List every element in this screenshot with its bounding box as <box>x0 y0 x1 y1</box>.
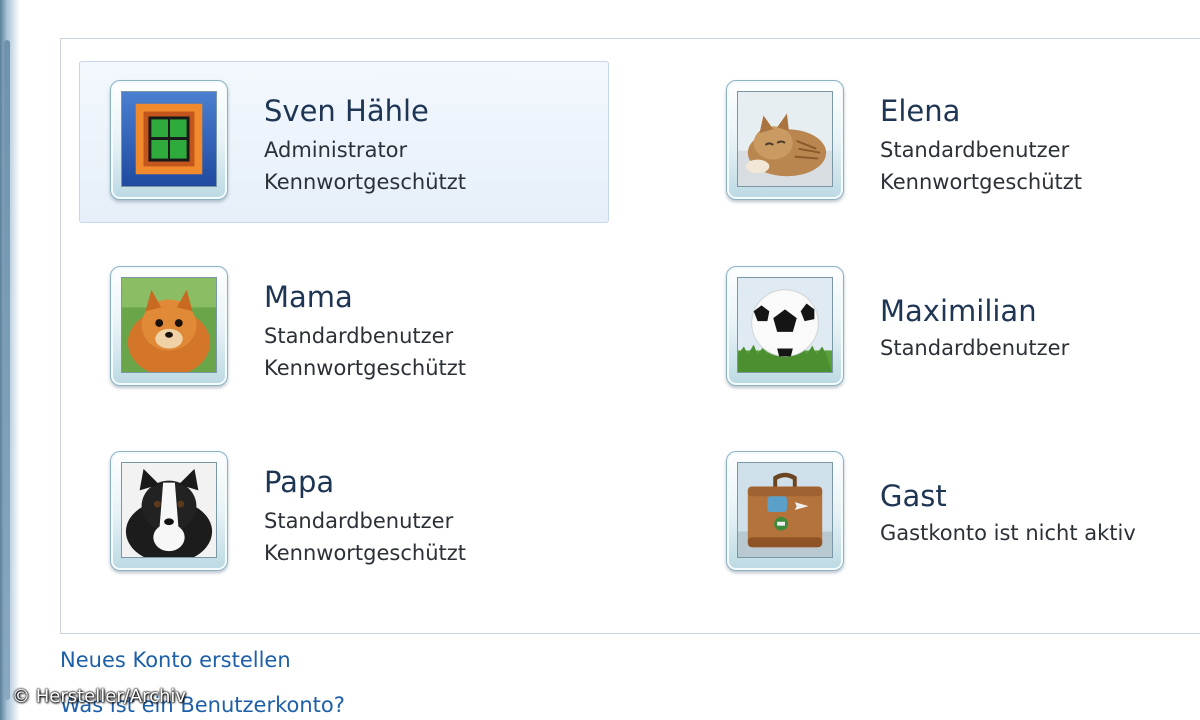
create-account-link[interactable]: Neues Konto erstellen <box>60 648 291 672</box>
account-status: Kennwortgeschützt <box>264 356 467 380</box>
account-type: Administrator <box>264 138 408 162</box>
border-collie-icon <box>121 462 217 558</box>
account-type: Gastkonto ist nicht aktiv <box>880 521 1136 545</box>
account-name: Elena <box>880 94 961 128</box>
avatar-frame <box>110 451 228 571</box>
account-type: Standardbenutzer <box>880 336 1070 360</box>
avatar-frame <box>726 451 844 571</box>
avatar-frame <box>726 80 844 200</box>
account-name: Papa <box>264 465 335 499</box>
account-name: Mama <box>264 280 353 314</box>
account-list-panel: Sven Hähle Administrator Kennwortgeschüt… <box>60 38 1200 634</box>
account-tile-maximilian[interactable]: Maximilian Standardbenutzer <box>695 247 1200 409</box>
account-tile-papa[interactable]: Papa Standardbenutzer Kennwortgeschützt <box>79 432 609 594</box>
window-left-edge <box>0 0 20 720</box>
account-type: Standardbenutzer <box>264 509 454 533</box>
windows-logo-icon <box>121 91 217 187</box>
account-tile-gast[interactable]: Gast Gastkonto ist nicht aktiv <box>695 432 1200 594</box>
kitten-icon <box>737 91 833 187</box>
account-status: Kennwortgeschützt <box>264 170 467 194</box>
avatar-frame <box>110 266 228 386</box>
avatar-frame <box>726 266 844 386</box>
avatar-frame <box>110 80 228 200</box>
suitcase-icon <box>737 462 833 558</box>
account-name: Gast <box>880 479 947 513</box>
account-tile-mama[interactable]: Mama Standardbenutzer Kennwortgeschützt <box>79 247 609 409</box>
account-status: Kennwortgeschützt <box>264 541 467 565</box>
soccer-ball-icon <box>737 277 833 373</box>
account-tile-sven[interactable]: Sven Hähle Administrator Kennwortgeschüt… <box>79 61 609 223</box>
account-status: Kennwortgeschützt <box>880 170 1083 194</box>
account-type: Standardbenutzer <box>264 324 454 348</box>
page-heading-fragment <box>60 0 540 6</box>
image-credit-watermark: © Hersteller/Archiv <box>12 686 187 707</box>
account-name: Sven Hähle <box>264 94 429 128</box>
pomeranian-dog-icon <box>121 277 217 373</box>
account-tile-elena[interactable]: Elena Standardbenutzer Kennwortgeschützt <box>695 61 1200 223</box>
account-type: Standardbenutzer <box>880 138 1070 162</box>
account-name: Maximilian <box>880 294 1037 328</box>
